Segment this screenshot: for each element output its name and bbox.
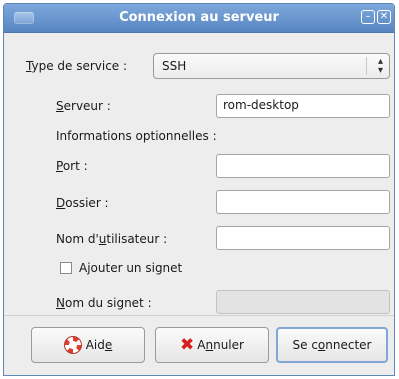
service-type-label: Type de service : [26,59,127,73]
help-button-label: Aide [85,338,113,352]
optional-info-heading: Informations optionnelles : [56,129,217,143]
service-type-value: SSH [162,59,187,73]
cancel-x-icon: ✖ [180,334,195,355]
connect-button[interactable]: Se connecter [276,327,388,363]
lifebuoy-icon [63,336,82,354]
username-input[interactable] [216,226,390,250]
close-icon[interactable]: ✕ [377,10,391,24]
connect-to-server-dialog: Connexion au serveur – ✕ Type de service… [3,3,395,376]
bookmark-name-label: Nom du signet : [56,296,152,310]
add-bookmark-label[interactable]: Ajouter un signet [79,261,182,275]
minimize-icon[interactable]: – [361,10,375,24]
title-bar[interactable]: Connexion au serveur – ✕ [4,4,394,33]
port-input[interactable] [216,154,390,178]
select-separator [366,57,367,75]
updown-arrows-icon: ▴ ▾ [377,56,383,76]
connect-button-label: Se connecter [292,338,372,352]
cancel-button-label: Annuler [197,338,244,352]
bookmark-name-input [216,290,390,314]
help-button[interactable]: Aide [31,327,145,363]
server-label: Serveur : [56,99,111,113]
folder-label: Dossier : [56,196,109,210]
server-input[interactable]: rom-desktop [216,94,390,118]
username-label: Nom d'utilisateur : [56,232,168,246]
window-title: Connexion au serveur [119,10,279,25]
service-type-label-rest: ype de service : [31,59,128,73]
cancel-button[interactable]: ✖ Annuler [155,327,269,363]
port-label: Port : [56,159,88,173]
button-area-separator [4,315,394,316]
service-type-select[interactable]: SSH ▴ ▾ [153,53,390,79]
folder-input[interactable] [216,190,390,214]
add-bookmark-checkbox[interactable] [60,262,72,274]
